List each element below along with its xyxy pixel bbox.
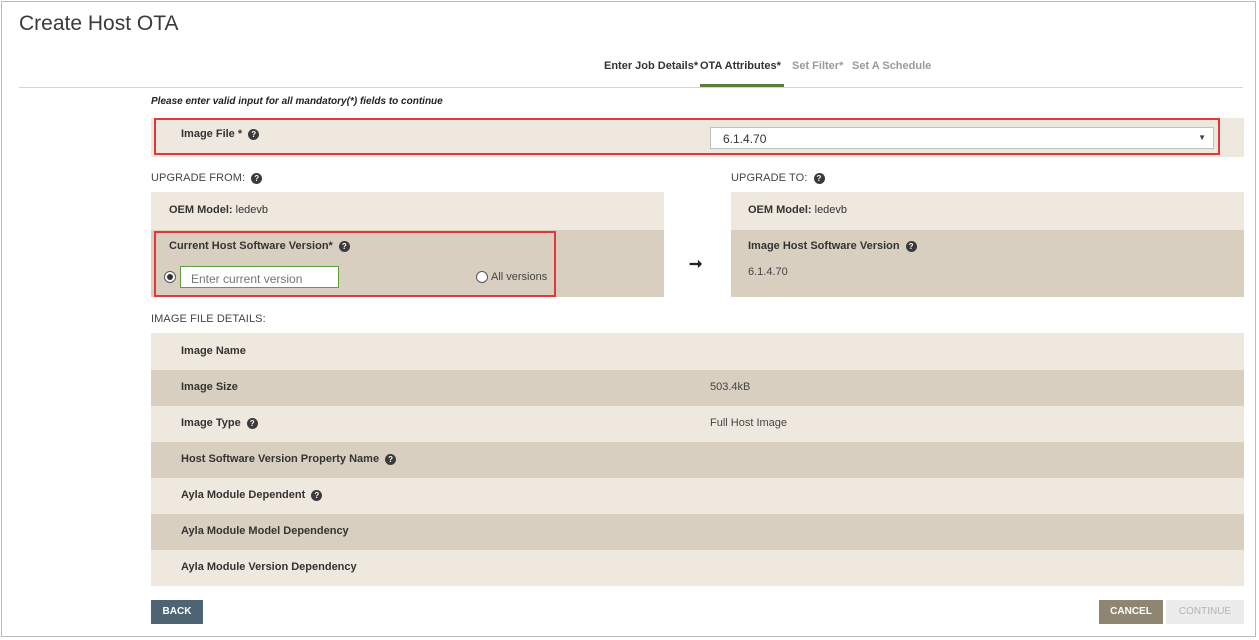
step-set-a-schedule[interactable]: Set A Schedule <box>852 60 931 72</box>
highlight-image-file <box>154 118 1220 155</box>
highlight-current-version <box>154 231 556 297</box>
header-divider <box>19 87 1243 88</box>
detail-row <box>151 370 1244 406</box>
arrow-right-icon: ➞ <box>689 256 703 273</box>
upgrade-from-oem: OEM Model: ledevb <box>169 204 269 216</box>
step-ota-attributes[interactable]: OTA Attributes* <box>700 60 781 72</box>
detail-label-host-sw-property: Host Software Version Property Name? <box>181 453 397 465</box>
page-title: Create Host OTA <box>19 12 179 35</box>
image-version-value: 6.1.4.70 <box>748 266 788 278</box>
detail-label-image-name: Image Name <box>181 345 246 357</box>
step-enter-job-details[interactable]: Enter Job Details* <box>604 60 698 72</box>
mandatory-notice: Please enter valid input for all mandato… <box>151 96 443 107</box>
cancel-button[interactable]: CANCEL <box>1099 600 1163 624</box>
step-set-filter[interactable]: Set Filter* <box>792 60 843 72</box>
help-icon[interactable]: ? <box>905 240 917 252</box>
detail-label-image-size: Image Size <box>181 381 238 393</box>
help-icon[interactable]: ? <box>813 172 825 184</box>
help-icon[interactable]: ? <box>251 172 263 184</box>
detail-value-image-size: 503.4kB <box>710 381 751 393</box>
help-icon[interactable]: ? <box>246 417 258 429</box>
back-button[interactable]: BACK <box>151 600 203 624</box>
upgrade-to-oem-value: ledevb <box>814 204 848 216</box>
detail-label-ayla-module-dependent: Ayla Module Dependent? <box>181 489 323 501</box>
help-icon[interactable]: ? <box>311 489 323 501</box>
detail-row <box>151 333 1244 370</box>
image-version-label: Image Host Software Version? <box>748 240 917 252</box>
detail-label-image-type: Image Type? <box>181 417 258 429</box>
continue-button[interactable]: CONTINUE <box>1166 600 1244 624</box>
upgrade-from-heading: UPGRADE FROM:? <box>151 172 263 184</box>
detail-label-ayla-module-version: Ayla Module Version Dependency <box>181 561 357 573</box>
detail-row <box>151 406 1244 442</box>
image-file-details-heading: IMAGE FILE DETAILS: <box>151 313 266 325</box>
upgrade-to-oem: OEM Model: ledevb <box>748 204 848 216</box>
detail-value-image-type: Full Host Image <box>710 417 788 429</box>
help-icon[interactable]: ? <box>385 453 397 465</box>
upgrade-to-heading: UPGRADE TO:? <box>731 172 825 184</box>
detail-label-ayla-module-model: Ayla Module Model Dependency <box>181 525 349 537</box>
active-step-indicator <box>700 84 784 87</box>
upgrade-from-oem-value: ledevb <box>235 204 269 216</box>
